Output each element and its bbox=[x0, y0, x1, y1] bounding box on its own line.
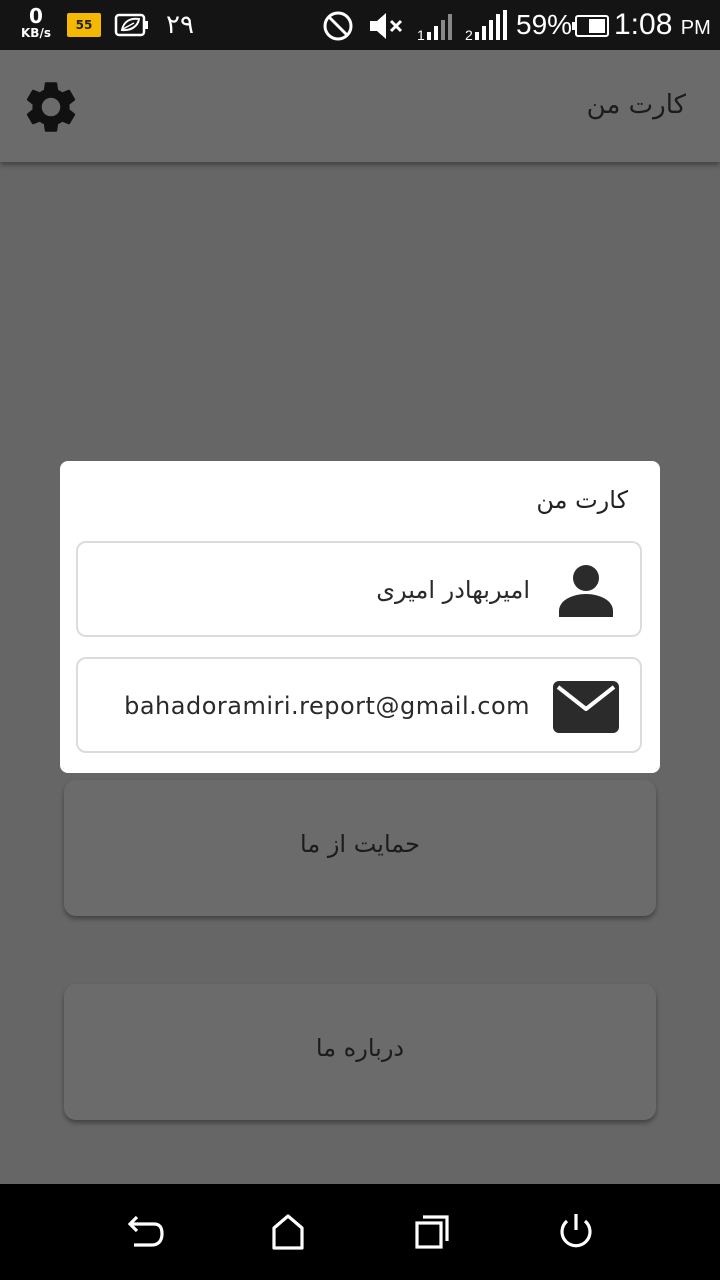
network-speed-unit: KB/s bbox=[21, 26, 51, 40]
support-us-card[interactable]: حمایت از ما bbox=[64, 780, 656, 916]
mute-icon bbox=[370, 13, 403, 39]
status-time-suffix: PM bbox=[680, 17, 711, 39]
about-us-label: درباره ما bbox=[315, 1034, 405, 1062]
recents-icon[interactable] bbox=[412, 1212, 452, 1252]
page-title: کارت من bbox=[586, 90, 686, 120]
signal-sim2-icon: 2 bbox=[465, 10, 507, 42]
battery-percent: 59% bbox=[516, 9, 573, 40]
app-bar: کارت من bbox=[0, 50, 720, 162]
email-row[interactable]: bahadoramiri.report@gmail.com bbox=[76, 657, 642, 753]
battery-icon bbox=[572, 15, 609, 37]
dialog-title: کارت من bbox=[536, 486, 628, 514]
my-card-dialog: کارت من امیربهادر امیری bahadoramiri.rep… bbox=[60, 461, 660, 773]
status-time-value: 1:08 bbox=[614, 8, 673, 41]
about-us-card[interactable]: درباره ما bbox=[64, 984, 656, 1120]
do-not-disturb-icon bbox=[323, 11, 353, 41]
status-bar: 0 KB/s 55 ۲۹ 1 2 59% 1:08 PM bbox=[0, 0, 720, 50]
person-icon bbox=[559, 565, 613, 617]
support-us-label: حمایت از ما bbox=[300, 830, 420, 858]
navigation-bar bbox=[0, 1184, 720, 1280]
status-date: ۲۹ bbox=[166, 10, 194, 40]
home-icon[interactable] bbox=[268, 1212, 308, 1252]
signal-sim1-icon: 1 bbox=[417, 14, 452, 42]
status-time: 1:08 PM bbox=[614, 7, 711, 46]
svg-text:2: 2 bbox=[465, 27, 473, 42]
name-row[interactable]: امیربهادر امیری bbox=[76, 541, 642, 637]
notification-badge: 55 bbox=[67, 13, 101, 37]
back-icon[interactable] bbox=[124, 1212, 164, 1252]
svg-text:1: 1 bbox=[417, 27, 425, 42]
network-speed-value: 0 bbox=[29, 4, 43, 28]
user-email: bahadoramiri.report@gmail.com bbox=[124, 692, 530, 720]
mail-icon bbox=[553, 681, 619, 733]
network-speed-indicator: 0 KB/s bbox=[14, 6, 58, 39]
user-name: امیربهادر امیری bbox=[376, 576, 530, 604]
leaf-battery-saver-icon bbox=[114, 13, 148, 37]
gear-icon[interactable] bbox=[20, 76, 82, 138]
power-icon[interactable] bbox=[556, 1212, 596, 1252]
